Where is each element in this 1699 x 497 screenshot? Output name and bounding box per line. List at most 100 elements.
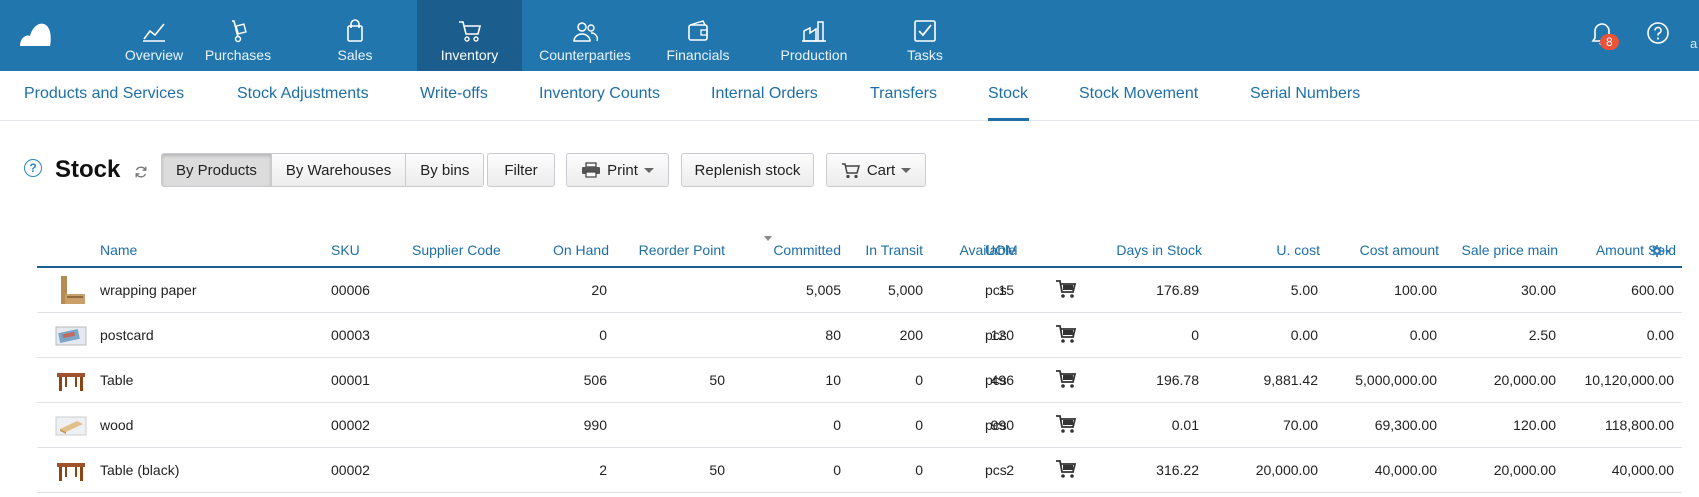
cart-button[interactable]: Cart	[826, 153, 926, 187]
table-row[interactable]: postcard 00003 0 80 200 120 pcs 0 0.00 0…	[37, 313, 1682, 358]
on-hand: 506	[583, 372, 607, 388]
help-icon[interactable]	[1646, 21, 1670, 45]
days-in-stock: 316.22	[1156, 462, 1199, 478]
nav-financials[interactable]: Financials	[648, 0, 748, 71]
nav-sales[interactable]: Sales	[300, 0, 410, 71]
on-hand: 0	[599, 327, 607, 343]
by-bins-button[interactable]: By bins	[406, 154, 484, 186]
tab-write-offs[interactable]: Write-offs	[420, 85, 488, 103]
factory-icon	[802, 21, 826, 42]
nav-counterparties[interactable]: Counterparties	[530, 0, 640, 71]
on-hand: 2	[599, 462, 607, 478]
amount-sold: 118,800.00	[1604, 417, 1674, 433]
cost-amount: 100.00	[1394, 282, 1437, 298]
cart-icon	[841, 162, 860, 178]
product-name[interactable]: postcard	[100, 327, 154, 343]
tab-transfers[interactable]: Transfers	[870, 85, 937, 103]
page-title: Stock	[55, 156, 121, 183]
chevron-down-icon	[901, 167, 912, 173]
column-header-cost-amount[interactable]: Cost amount	[1360, 242, 1439, 258]
replenish-label: Replenish stock	[694, 161, 801, 179]
tab-products-and-services[interactable]: Products and Services	[24, 85, 184, 103]
table-row[interactable]: wood 00002 990 0 0 990 pcs 0.01 70.00 69…	[37, 403, 1682, 448]
notification-badge[interactable]: 8	[1600, 34, 1619, 50]
committed: 80	[825, 327, 841, 343]
tab-internal-orders[interactable]: Internal Orders	[711, 85, 818, 103]
sku: 00002	[331, 417, 370, 433]
product-name[interactable]: wood	[100, 417, 133, 433]
table-icon	[57, 463, 85, 481]
tab-stock[interactable]: Stock	[988, 85, 1028, 103]
committed: 10	[825, 372, 841, 388]
sale-price: 120.00	[1513, 417, 1556, 433]
uom: pcs	[985, 327, 1007, 343]
nav-inventory[interactable]: Inventory	[417, 0, 522, 71]
user-menu[interactable]: a	[1690, 36, 1697, 51]
filter-button[interactable]: Filter	[487, 153, 555, 187]
on-hand: 990	[583, 417, 607, 433]
on-hand: 20	[591, 282, 607, 298]
sale-price: 30.00	[1520, 282, 1556, 298]
sale-price: 20,000.00	[1493, 372, 1556, 388]
column-settings-gear-icon[interactable]	[1651, 244, 1671, 258]
column-header-in-transit[interactable]: In Transit	[865, 242, 923, 258]
active-tab-indicator	[988, 118, 1029, 121]
product-name[interactable]: Table (black)	[100, 462, 179, 478]
page-help-icon[interactable]: ?	[24, 159, 42, 177]
amount-sold: 0.00	[1646, 327, 1674, 343]
tab-stock-adjustments[interactable]: Stock Adjustments	[237, 85, 369, 103]
wallet-icon	[688, 20, 708, 41]
unit-cost: 0.00	[1290, 327, 1318, 343]
nav-label: Overview	[124, 47, 184, 63]
table-row[interactable]: wrapping paper 00006 20 5,005 5,000 15 p…	[37, 268, 1682, 313]
column-header-days-in-stock[interactable]: Days in Stock	[1116, 242, 1202, 258]
add-to-cart-icon[interactable]	[1055, 459, 1077, 479]
column-header-name[interactable]: Name	[100, 242, 137, 258]
shopping-bag-icon	[347, 19, 363, 42]
product-name[interactable]: Table	[100, 372, 133, 388]
product-name[interactable]: wrapping paper	[100, 282, 197, 298]
table-row[interactable]: Table 00001 506 50 10 0 496 pcs 196.78 9…	[37, 358, 1682, 403]
uom: pcs	[985, 372, 1007, 388]
by-warehouses-button[interactable]: By Warehouses	[271, 154, 407, 186]
column-header-uom[interactable]: UOM	[985, 242, 1018, 258]
people-icon	[573, 22, 599, 42]
nav-label: Inventory	[440, 47, 499, 63]
column-header-sale-price-main[interactable]: Sale price main	[1462, 242, 1559, 258]
column-header-reorder-point[interactable]: Reorder Point	[639, 242, 725, 258]
add-to-cart-icon[interactable]	[1055, 324, 1077, 344]
column-header-sku[interactable]: SKU	[331, 242, 360, 258]
tab-stock-movement[interactable]: Stock Movement	[1079, 85, 1198, 103]
tab-serial-numbers[interactable]: Serial Numbers	[1250, 85, 1360, 103]
by-products-button[interactable]: By Products	[162, 154, 272, 186]
column-header-committed[interactable]: Committed	[773, 242, 841, 258]
app-logo-icon[interactable]	[18, 20, 52, 48]
amount-sold: 600.00	[1631, 282, 1674, 298]
table-row[interactable]: Table (black) 00002 2 50 0 0 2 pcs 316.2…	[37, 448, 1682, 493]
in-transit: 0	[915, 417, 923, 433]
add-to-cart-icon[interactable]	[1055, 369, 1077, 389]
column-header-supplier-code[interactable]: Supplier Code	[412, 242, 501, 258]
checkbox-icon	[914, 20, 936, 42]
chevron-down-icon	[643, 167, 654, 173]
add-to-cart-icon[interactable]	[1055, 414, 1077, 434]
reorder-point: 50	[709, 462, 725, 478]
print-button[interactable]: Print	[566, 153, 669, 187]
nav-production[interactable]: Production	[760, 0, 868, 71]
days-in-stock: 0.01	[1171, 417, 1199, 433]
refresh-icon[interactable]	[134, 165, 148, 179]
cost-amount: 0.00	[1409, 327, 1437, 343]
nav-tasks[interactable]: Tasks	[880, 0, 970, 71]
sku: 00002	[331, 462, 370, 478]
nav-label: Purchases	[204, 47, 272, 63]
unit-cost: 20,000.00	[1255, 462, 1318, 478]
table-icon	[57, 373, 85, 391]
column-header-unit-cost[interactable]: U. cost	[1276, 242, 1320, 258]
unit-cost: 9,881.42	[1263, 372, 1319, 388]
nav-purchases[interactable]: Purchases	[183, 0, 293, 71]
tab-inventory-counts[interactable]: Inventory Counts	[539, 85, 660, 103]
days-in-stock: 176.89	[1156, 282, 1199, 298]
add-to-cart-icon[interactable]	[1055, 279, 1077, 299]
replenish-stock-button[interactable]: Replenish stock	[681, 153, 814, 187]
column-header-on-hand[interactable]: On Hand	[553, 242, 609, 258]
